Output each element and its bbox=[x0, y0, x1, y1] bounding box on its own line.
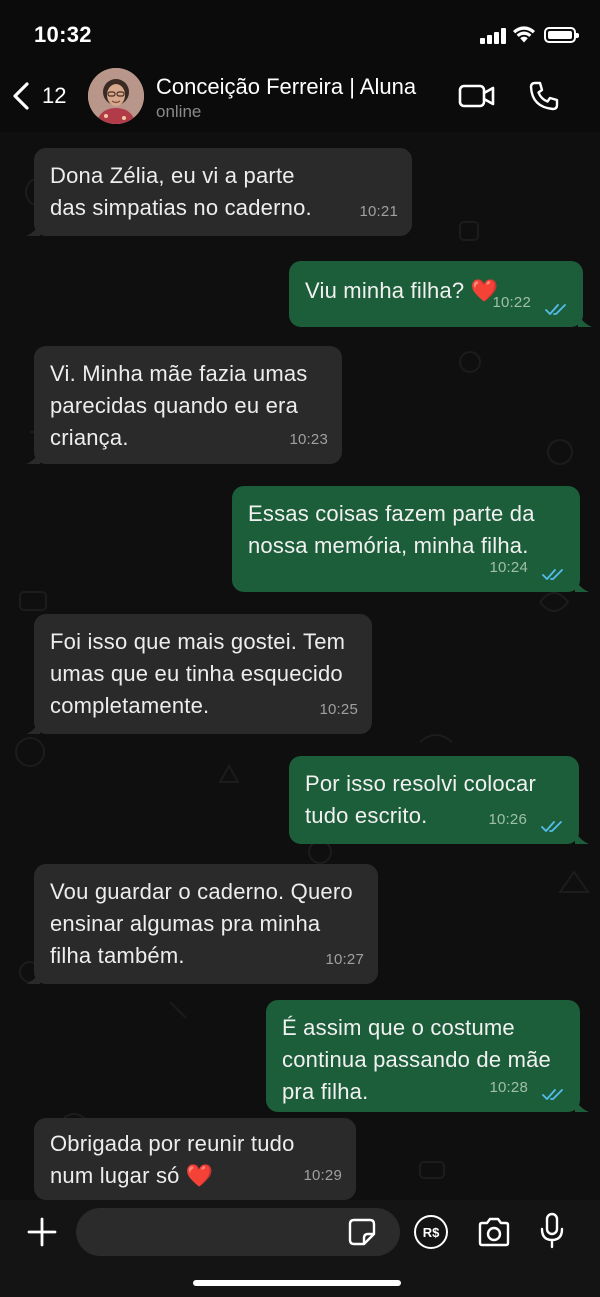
unread-count: 12 bbox=[42, 83, 67, 108]
read-receipt-icon bbox=[542, 569, 563, 580]
read-receipt-icon bbox=[545, 304, 566, 315]
bubble-tail bbox=[575, 830, 589, 844]
message-text: Dona Zélia, eu vi a parte das simpatias … bbox=[50, 163, 312, 220]
back-button[interactable]: 12 bbox=[10, 76, 72, 116]
read-receipt-icon bbox=[542, 1089, 563, 1100]
message-bubble-incoming[interactable]: Obrigada por reunir tudo num lugar só ❤️… bbox=[34, 1118, 356, 1200]
message-time: 10:28 bbox=[489, 1079, 528, 1096]
status-time: 10:32 bbox=[34, 22, 92, 47]
contact-status: online bbox=[156, 102, 202, 121]
phone-icon[interactable] bbox=[528, 80, 560, 112]
bubble-tail bbox=[26, 720, 40, 734]
microphone-icon[interactable] bbox=[538, 1212, 566, 1250]
home-indicator[interactable] bbox=[193, 1280, 401, 1286]
cellular-signal-icon bbox=[480, 28, 508, 44]
message-time: 10:21 bbox=[359, 203, 398, 220]
wifi-icon bbox=[513, 26, 535, 43]
chevron-left-icon bbox=[13, 82, 29, 110]
message-bubble-outgoing[interactable]: Essas coisas fazem parte da nossa memóri… bbox=[232, 486, 580, 592]
message-time: 10:22 bbox=[492, 294, 531, 311]
chat-header: 12 Conceição Ferreira | Aluna online bbox=[0, 64, 600, 132]
bubble-tail bbox=[575, 578, 589, 592]
message-bubble-incoming[interactable]: Dona Zélia, eu vi a parte das simpatias … bbox=[34, 148, 412, 236]
message-text: Vou guardar o caderno. Quero ensinar alg… bbox=[50, 879, 353, 968]
message-time: 10:23 bbox=[289, 431, 328, 448]
chat-area[interactable]: Dona Zélia, eu vi a parte das simpatias … bbox=[0, 132, 600, 1200]
pay-icon[interactable]: R$ bbox=[414, 1215, 448, 1249]
message-text: Foi isso que mais gostei. Tem umas que e… bbox=[50, 629, 346, 718]
message-time: 10:29 bbox=[303, 1167, 342, 1184]
message-bubble-outgoing[interactable]: É assim que o costume continua passando … bbox=[266, 1000, 580, 1112]
read-receipt-icon bbox=[541, 821, 562, 832]
status-bar: 10:32 bbox=[0, 0, 600, 64]
battery-icon bbox=[544, 27, 579, 43]
message-bubble-incoming[interactable]: Foi isso que mais gostei. Tem umas que e… bbox=[34, 614, 372, 734]
plus-icon[interactable] bbox=[24, 1214, 60, 1250]
bubble-tail bbox=[26, 222, 40, 236]
video-camera-icon[interactable] bbox=[458, 82, 496, 110]
message-time: 10:25 bbox=[319, 701, 358, 718]
avatar[interactable] bbox=[88, 68, 144, 124]
bubble-tail bbox=[26, 970, 40, 984]
message-bubble-outgoing[interactable]: Por isso resolvi colocar tudo escrito. 1… bbox=[289, 756, 579, 844]
contact-name[interactable]: Conceição Ferreira | Aluna bbox=[156, 74, 416, 100]
message-bubble-outgoing[interactable]: Viu minha filha? ❤️ 10:22 bbox=[289, 261, 583, 327]
bubble-tail bbox=[578, 313, 592, 327]
bubble-tail bbox=[575, 1098, 589, 1112]
camera-icon[interactable] bbox=[476, 1216, 512, 1248]
message-text: Vi. Minha mãe fazia umas parecidas quand… bbox=[50, 361, 308, 450]
avatar-portrait bbox=[88, 68, 144, 124]
message-time: 10:26 bbox=[488, 811, 527, 828]
message-bubble-incoming[interactable]: Vou guardar o caderno. Quero ensinar alg… bbox=[34, 864, 378, 984]
message-time: 10:27 bbox=[325, 951, 364, 968]
message-text: Obrigada por reunir tudo num lugar só ❤️ bbox=[50, 1131, 295, 1188]
message-time: 10:24 bbox=[489, 559, 528, 576]
pay-label: R$ bbox=[422, 1224, 440, 1240]
sticker-icon[interactable] bbox=[348, 1218, 376, 1246]
bubble-tail bbox=[26, 450, 40, 464]
message-bubble-incoming[interactable]: Vi. Minha mãe fazia umas parecidas quand… bbox=[34, 346, 342, 464]
